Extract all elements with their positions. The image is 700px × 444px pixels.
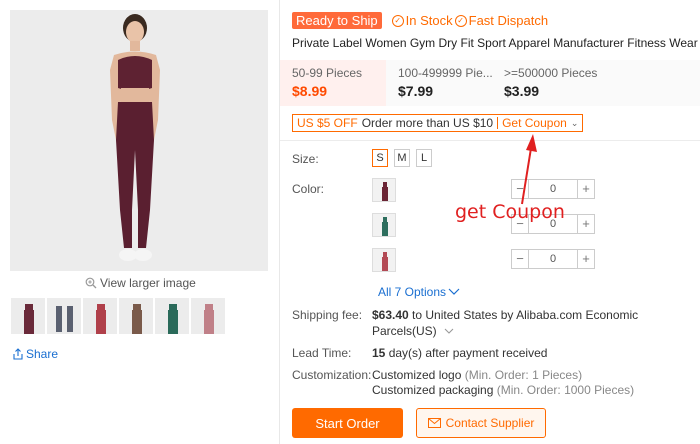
tier-quantity: 50-99 Pieces bbox=[292, 66, 363, 80]
increment-button[interactable]: + bbox=[577, 179, 595, 199]
color-swatch[interactable] bbox=[372, 213, 396, 237]
size-option-m[interactable]: M bbox=[394, 149, 410, 167]
shipping-destination: to United States by Alibaba.com Economic bbox=[408, 308, 639, 322]
quantity-stepper: − 0 + bbox=[511, 249, 595, 269]
chevron-down-icon bbox=[448, 288, 460, 295]
swatch-figure bbox=[373, 214, 395, 236]
tier-price: $7.99 bbox=[398, 83, 434, 99]
price-tier[interactable]: 100-499999 Pie... $7.99 bbox=[386, 60, 493, 106]
annotation-arrow bbox=[521, 134, 537, 205]
price-tiers: 50-99 Pieces $8.99 100-499999 Pie... $7.… bbox=[280, 60, 700, 106]
in-stock-badge: ✓ In Stock bbox=[391, 13, 453, 28]
coupon-divider bbox=[497, 117, 499, 129]
tier-price: $8.99 bbox=[292, 83, 328, 99]
price-tier[interactable]: >=500000 Pieces $3.99 bbox=[492, 60, 612, 106]
chevron-down-icon bbox=[444, 328, 454, 334]
share-link[interactable]: Share bbox=[12, 347, 58, 361]
contact-supplier-button[interactable]: Contact Supplier bbox=[416, 408, 546, 438]
color-label: Color: bbox=[292, 182, 325, 196]
thumbnail[interactable] bbox=[118, 297, 154, 335]
shipping-method-row[interactable]: Parcels(US) bbox=[372, 324, 454, 338]
customization-label: Customization: bbox=[292, 368, 372, 382]
main-product-image[interactable] bbox=[10, 10, 268, 271]
thumbnail[interactable] bbox=[82, 297, 118, 335]
tier-quantity: >=500000 Pieces bbox=[504, 66, 598, 80]
model-figure bbox=[10, 10, 268, 271]
product-title: Private Label Women Gym Dry Fit Sport Ap… bbox=[292, 36, 698, 50]
annotation-text: get Coupon bbox=[455, 201, 565, 223]
tier-price: $3.99 bbox=[504, 83, 540, 99]
zoom-icon bbox=[85, 277, 97, 289]
custom-packaging: Customized packaging bbox=[372, 383, 494, 397]
shipping-label: Shipping fee: bbox=[292, 308, 363, 322]
lead-time-info: 15 day(s) after payment received bbox=[372, 346, 547, 360]
chevron-down-icon: ⌄ bbox=[570, 117, 579, 128]
coupon-amount: US $5 OFF bbox=[297, 116, 358, 130]
contact-supplier-label: Contact Supplier bbox=[445, 416, 535, 430]
price-tier[interactable]: 50-99 Pieces $8.99 bbox=[280, 60, 386, 106]
lead-time-label: Lead Time: bbox=[292, 346, 352, 360]
shipping-info: $63.40 to United States by Alibaba.com E… bbox=[372, 308, 638, 322]
thumbnail-figure bbox=[83, 298, 117, 334]
thumbnail-figure bbox=[155, 298, 189, 334]
thumbnail[interactable] bbox=[190, 297, 226, 335]
custom-logo: Customized logo bbox=[372, 368, 462, 382]
color-swatch[interactable] bbox=[372, 248, 396, 272]
tier-quantity: 100-499999 Pie... bbox=[398, 66, 493, 80]
view-larger-label: View larger image bbox=[100, 276, 196, 290]
check-circle-icon: ✓ bbox=[454, 14, 467, 27]
ready-to-ship-badge: Ready to Ship bbox=[292, 12, 382, 29]
color-swatch[interactable] bbox=[372, 178, 396, 202]
custom-logo-min: (Min. Order: 1 Pieces) bbox=[461, 368, 583, 382]
fast-dispatch-label: Fast Dispatch bbox=[468, 13, 549, 28]
divider bbox=[280, 140, 700, 141]
thumbnail-figure bbox=[47, 298, 81, 334]
badge-row: Ready to Ship ✓ In Stock ✓ Fast Dispatch bbox=[292, 12, 548, 29]
shipping-method: Parcels(US) bbox=[372, 324, 437, 338]
increment-button[interactable]: + bbox=[577, 249, 595, 269]
size-option-s[interactable]: S bbox=[372, 149, 388, 167]
decrement-button[interactable]: − bbox=[511, 249, 529, 269]
size-options: S M L bbox=[372, 149, 432, 167]
increment-button[interactable]: + bbox=[577, 214, 595, 234]
thumbnail-figure bbox=[119, 298, 153, 334]
thumbnail[interactable] bbox=[46, 297, 82, 335]
swatch-figure bbox=[373, 249, 395, 271]
mail-icon bbox=[427, 418, 441, 428]
custom-logo-row: Customized logo (Min. Order: 1 Pieces) bbox=[372, 368, 582, 382]
size-option-l[interactable]: L bbox=[416, 149, 432, 167]
quantity-value[interactable]: 0 bbox=[529, 249, 577, 269]
thumbnail-figure bbox=[11, 298, 45, 334]
check-circle-icon: ✓ bbox=[391, 14, 404, 27]
coupon-condition: Order more than US $10 bbox=[361, 116, 494, 130]
thumbnail-figure bbox=[191, 298, 225, 334]
thumbnail[interactable] bbox=[10, 297, 46, 335]
all-options-link[interactable]: All 7 Options bbox=[378, 285, 460, 299]
fast-dispatch-badge: ✓ Fast Dispatch bbox=[454, 13, 549, 28]
shipping-price: $63.40 bbox=[372, 308, 409, 322]
in-stock-label: In Stock bbox=[405, 13, 453, 28]
share-label: Share bbox=[26, 347, 59, 361]
share-icon bbox=[13, 348, 23, 360]
lead-time-days: 15 bbox=[372, 346, 386, 360]
thumbnail-strip bbox=[10, 297, 226, 335]
all-options-label: All 7 Options bbox=[378, 285, 447, 299]
custom-packaging-min: (Min. Order: 1000 Pieces) bbox=[493, 383, 635, 397]
view-larger-link[interactable]: View larger image bbox=[85, 276, 196, 290]
thumbnail[interactable] bbox=[154, 297, 190, 335]
size-label: Size: bbox=[292, 152, 319, 166]
lead-time-text: day(s) after payment received bbox=[385, 346, 548, 360]
custom-packaging-row: Customized packaging (Min. Order: 1000 P… bbox=[372, 383, 634, 397]
product-gallery: View larger image Share bbox=[0, 0, 280, 444]
swatch-figure bbox=[373, 179, 395, 201]
start-order-button[interactable]: Start Order bbox=[292, 408, 403, 438]
